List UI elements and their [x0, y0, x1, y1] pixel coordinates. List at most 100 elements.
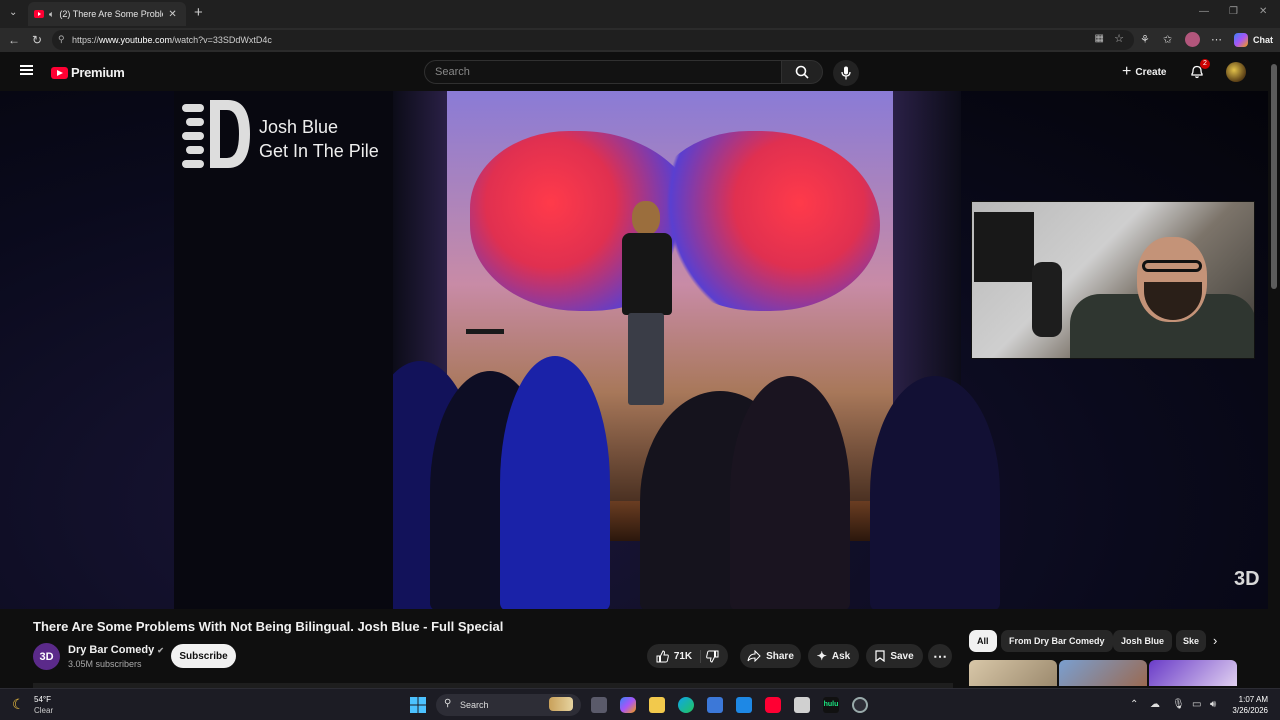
recommended-thumbnail[interactable]: [1059, 660, 1147, 686]
close-window-icon[interactable]: ✕: [1259, 6, 1267, 17]
channel-avatar[interactable]: 3D: [33, 643, 60, 670]
voice-search-button[interactable]: [833, 60, 859, 86]
copilot-taskbar-icon[interactable]: [620, 697, 636, 713]
reader-mode-icon[interactable]: ▦: [1095, 33, 1104, 44]
tab-list-icon[interactable]: ⌄: [9, 7, 17, 18]
chip-all[interactable]: All: [969, 630, 997, 652]
save-button[interactable]: Save: [866, 644, 923, 668]
hamburger-menu-icon[interactable]: [20, 65, 33, 75]
task-view-icon[interactable]: [591, 697, 607, 713]
weather-temperature[interactable]: 54°F: [34, 695, 51, 704]
favorites-icon[interactable]: ✩: [1163, 33, 1172, 46]
scrollbar-thumb[interactable]: [1271, 64, 1277, 289]
show-hidden-icons-chevron[interactable]: ⌃: [1130, 699, 1138, 710]
close-tab-icon[interactable]: ✕: [168, 9, 176, 20]
search-input[interactable]: Search: [424, 60, 782, 84]
watermark-logo: 3D: [1234, 568, 1260, 590]
tab-title: (2) There Are Some Problems: [59, 9, 163, 19]
file-explorer-icon[interactable]: [649, 697, 665, 713]
system-clock[interactable]: 1:07 AM 3/26/2026: [1228, 694, 1268, 716]
account-avatar[interactable]: [1226, 62, 1246, 82]
plus-icon: +: [1122, 63, 1132, 80]
like-count: 71K: [673, 650, 693, 662]
favorite-star-icon[interactable]: ☆: [1114, 32, 1124, 45]
channel-name[interactable]: Dry Bar Comedy ✔: [68, 644, 164, 656]
create-button[interactable]: + Create: [1117, 61, 1175, 83]
chips-next-chevron-icon[interactable]: ›: [1213, 633, 1217, 648]
channel-name-text: Dry Bar Comedy: [68, 644, 155, 656]
verified-badge-icon: ✔: [157, 646, 164, 655]
hulu-icon[interactable]: hulu: [823, 697, 839, 713]
windows-start-icon[interactable]: [410, 697, 426, 713]
weather-description[interactable]: Clear: [34, 706, 53, 715]
youtube-play-logo-icon: [51, 66, 68, 79]
overlay-title: Josh Blue Get In The Pile: [259, 115, 379, 163]
comedian-jeans: [628, 313, 664, 405]
mail-icon[interactable]: [736, 697, 752, 713]
page-scrollbar[interactable]: [1268, 52, 1280, 688]
restore-icon[interactable]: ❐: [1229, 6, 1238, 17]
recommended-thumbnail[interactable]: [969, 660, 1057, 686]
url-host: www.youtube.com: [99, 35, 173, 45]
audience-silhouette: [870, 376, 1000, 609]
recommended-thumbnail[interactable]: [1149, 660, 1237, 686]
ask-button[interactable]: ✦ Ask: [808, 644, 859, 668]
speaker-icon[interactable]: 🔈︎: [49, 9, 54, 20]
video-title: There Are Some Problems With Not Being B…: [33, 619, 504, 634]
comedian-shirt: [622, 233, 672, 315]
webcam-overlay: [971, 201, 1255, 359]
overlay-special-title: Get In The Pile: [259, 141, 379, 161]
share-arrow-icon: [747, 650, 761, 662]
browser-tab[interactable]: 🔈︎ (2) There Are Some Problems ✕: [28, 2, 186, 26]
url-scheme: https://: [72, 35, 100, 45]
refresh-icon[interactable]: ↻: [32, 33, 42, 47]
ask-label: Ask: [831, 650, 851, 662]
edge-browser-icon[interactable]: [678, 697, 694, 713]
photo-app-icon[interactable]: [794, 697, 810, 713]
settings-app-icon[interactable]: [852, 697, 868, 713]
browser-tab-bar: ⌄ 🔈︎ (2) There Are Some Problems ✕ + — ❐…: [0, 0, 1280, 28]
audience-silhouette: [500, 356, 610, 609]
site-info-icon[interactable]: ⚲: [58, 34, 65, 45]
subscriber-count: 3.05M subscribers: [68, 659, 142, 669]
share-label: Share: [766, 650, 794, 662]
onedrive-cloud-icon[interactable]: ☁: [1150, 699, 1160, 710]
address-bar[interactable]: ⚲ https://www.youtube.com/watch?v=33SDdW…: [52, 30, 1134, 50]
sparkle-icon: ✦: [816, 649, 827, 663]
search-button[interactable]: [781, 60, 823, 84]
more-options-icon[interactable]: ⋯: [1211, 33, 1222, 46]
microsoft-store-icon[interactable]: [707, 697, 723, 713]
webcam-person-glasses: [1142, 260, 1202, 272]
volume-icon[interactable]: 🔊︎: [1210, 699, 1216, 710]
copilot-icon[interactable]: [1234, 33, 1248, 47]
like-button[interactable]: 71K: [656, 649, 702, 663]
clock-date: 3/26/2026: [1232, 706, 1268, 715]
display-icon[interactable]: ▭: [1192, 699, 1201, 710]
new-tab-button[interactable]: +: [194, 4, 203, 21]
back-arrow-icon[interactable]: ←: [8, 33, 20, 47]
share-button[interactable]: Share: [740, 644, 801, 668]
search-icon: [795, 65, 809, 79]
notification-badge: 2: [1200, 59, 1210, 69]
chip-ske[interactable]: Ske: [1176, 630, 1206, 652]
youtube-logo[interactable]: Premium: [51, 65, 125, 80]
chip-from-dry-bar-comedy[interactable]: From Dry Bar Comedy: [1001, 630, 1113, 652]
bookmark-icon: [875, 650, 885, 662]
youtube-header: Premium Search + Create 2: [0, 52, 1268, 90]
comedian-figure: [618, 201, 678, 411]
extensions-icon[interactable]: ⚘: [1140, 33, 1150, 46]
youtube-app-icon[interactable]: [765, 697, 781, 713]
more-actions-button[interactable]: ⋯: [928, 644, 952, 668]
thumbs-down-icon[interactable]: [706, 650, 719, 663]
taskbar-search-box[interactable]: ⚲ Search: [436, 694, 581, 716]
microphone-tray-icon[interactable]: 🎙︎: [1172, 699, 1185, 710]
subscribe-button[interactable]: Subscribe: [171, 644, 236, 668]
save-label: Save: [890, 650, 914, 662]
profile-avatar[interactable]: [1185, 32, 1200, 47]
video-player[interactable]: Josh Blue Get In The Pile 3D: [0, 91, 1268, 609]
chip-josh-blue[interactable]: Josh Blue: [1113, 630, 1173, 652]
chat-label[interactable]: Chat: [1253, 35, 1273, 45]
minimize-icon[interactable]: —: [1199, 6, 1209, 17]
url-path: /watch?v=33SDdWxtD4c: [172, 35, 272, 45]
moon-weather-icon[interactable]: ☾: [12, 696, 25, 713]
